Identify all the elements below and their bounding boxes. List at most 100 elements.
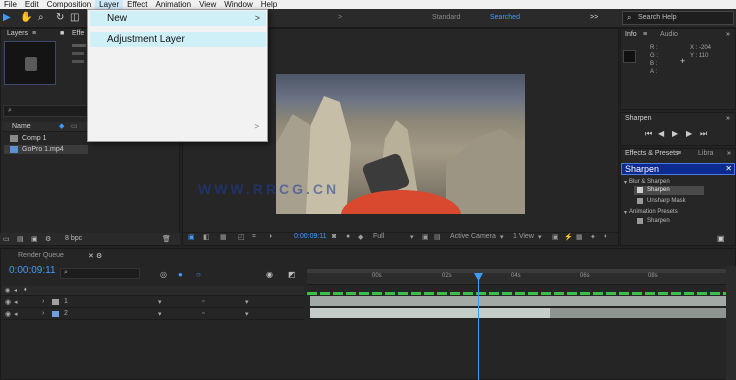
chevron-down-icon[interactable]: ▾ [245,310,249,318]
workspace-standard[interactable]: Standard [432,14,460,21]
audio-column-icon[interactable]: ◂ [14,287,17,294]
expand-arrow-icon[interactable]: › [42,310,44,317]
menu-animation[interactable]: Animation [151,0,195,9]
layer-bar[interactable] [310,308,550,318]
toggle-pixel-icon[interactable]: ▣ [552,233,559,241]
transparency-grid-icon[interactable]: ▦ [220,233,227,241]
menu-composition[interactable]: Composition [43,0,95,9]
menu-help[interactable]: Help [257,0,281,9]
visibility-icon[interactable]: ◉ [5,310,11,318]
tab-effect-controls[interactable]: Effe [72,30,84,37]
current-time-indicator[interactable] [478,274,479,380]
new-bin-icon[interactable]: ▣ [717,234,725,243]
video-column-icon[interactable]: ◉ [5,287,10,294]
camera-snapshot-icon[interactable]: ◙ [332,233,336,240]
panel-menu-icon[interactable]: ≡ [643,31,647,38]
show-snapshot-icon[interactable]: ● [346,233,350,240]
graph-editor-icon[interactable]: ◉ [266,270,273,279]
timeline-search-input[interactable]: ⌕ [60,268,140,279]
hand-tool-icon[interactable]: ✋ [20,12,32,23]
panel-menu-icon[interactable]: ≡ [32,30,36,37]
motion-blur-icon[interactable]: ○ [196,270,201,279]
play-icon[interactable]: ▶ [672,129,678,138]
resolution-dropdown[interactable]: Full [373,233,384,240]
camera-tool-icon[interactable]: ◫ [70,12,79,23]
type-column-icon[interactable]: ▭ [71,122,78,130]
chevron-down-icon[interactable]: ▾ [624,179,627,186]
close-icon[interactable]: ✕ [88,252,94,260]
list-item[interactable]: GoPro 1.mp4 [4,145,88,154]
menu-window[interactable]: Window [220,0,256,9]
layer-bar[interactable] [310,296,726,306]
chevron-down-icon[interactable]: ▾ [158,310,162,318]
label-color[interactable] [52,299,59,305]
table-row[interactable]: ◉ ◂ › 1 ▾ ▫ ▾ [2,296,304,308]
switch-icon[interactable]: ▫ [202,310,204,317]
interpret-footage-icon[interactable]: ▭ [3,235,10,243]
expand-icon[interactable]: » [726,115,730,122]
menu-view[interactable]: View [195,0,220,9]
workspace-searched[interactable]: Searched [490,14,520,21]
tab-libraries[interactable]: Libra [698,150,714,157]
tab-info[interactable]: Info [625,31,637,38]
list-item[interactable]: Comp 1 [4,134,88,143]
mask-visibility-icon[interactable]: ◰ [238,233,245,241]
effect-controls-checkbox[interactable]: ■ [60,30,64,37]
menu-edit[interactable]: Edit [21,0,43,9]
layer-bar-trimmed[interactable] [550,308,726,318]
region-of-interest-icon[interactable]: ▣ [422,233,429,241]
last-frame-icon[interactable]: ⏭ [700,129,707,139]
effects-search-input[interactable]: Sharpen ✕ [621,163,735,175]
menu-effect[interactable]: Effect [123,0,151,9]
effect-item[interactable]: Unsharp Mask [634,197,714,206]
tab-project[interactable]: Layers [7,30,28,37]
project-settings-icon[interactable]: ⚙ [45,235,51,243]
tab-audio[interactable]: Audio [660,31,678,38]
next-frame-icon[interactable]: ▶ [686,129,692,138]
expand-arrow-icon[interactable]: › [42,298,44,305]
workspace-overflow[interactable]: >> [590,14,598,21]
effect-item-selected[interactable]: Sharpen [634,186,704,195]
menu-file[interactable]: File [0,0,21,9]
tab-effects-presets[interactable]: Effects & Presets [625,150,679,157]
search-help-field[interactable]: ⌕ Search Help [622,11,734,25]
clear-search-icon[interactable]: ✕ [725,164,732,174]
workspace-more[interactable]: > [338,14,342,21]
settings-icon[interactable]: ⚙ [96,252,102,260]
effect-item[interactable]: Sharpen [634,217,714,226]
chevron-down-icon[interactable]: ▾ [624,209,627,216]
label-color[interactable] [52,311,59,317]
exposure-icon[interactable]: ◐ [604,233,608,240]
lock-column-icon[interactable]: ⬧ [24,287,27,294]
transparency-icon[interactable]: ▤ [434,233,441,241]
snapshot-icon[interactable]: ◑ [268,233,272,240]
trash-icon[interactable]: 🗑 [162,235,171,243]
guides-icon[interactable]: ⌗ [252,233,256,241]
chevron-down-icon[interactable]: ▾ [158,298,162,306]
magnification-icon[interactable]: ◧ [203,233,210,241]
current-time-display[interactable]: 0:00:09:11 [294,233,327,240]
menu-item-new[interactable]: New > [90,11,266,26]
previous-frame-icon[interactable]: ◀ [658,129,664,138]
timeline-icon[interactable]: ▦ [576,233,583,241]
panel-menu-icon[interactable]: ≡ [677,150,681,157]
fast-preview-icon[interactable]: ⚡ [564,233,573,241]
new-folder-icon[interactable]: ▤ [17,235,24,243]
visibility-icon[interactable]: ◉ [5,298,11,306]
new-comp-icon[interactable]: ▣ [31,235,38,243]
camera-dropdown[interactable]: Active Camera [450,233,496,240]
timeline-scrollbar[interactable] [726,266,736,380]
name-column-header[interactable]: Name [12,123,31,130]
expand-icon[interactable]: » [726,31,730,38]
zoom-tool-icon[interactable]: ⌕ [38,12,44,23]
draft-3d-icon[interactable]: ● [178,270,183,279]
rotate-tool-icon[interactable]: ↻ [56,12,64,23]
expand-icon[interactable]: » [727,150,731,157]
views-dropdown[interactable]: 1 View [513,233,534,240]
selection-tool-icon[interactable]: ▶ [3,12,11,23]
tab-render-queue[interactable]: Render Queue [18,252,64,259]
chevron-down-icon[interactable]: ▾ [245,298,249,306]
label-column-icon[interactable]: ◆ [59,122,64,130]
comp-mini-flowchart-icon[interactable]: ◎ [160,270,167,279]
first-frame-icon[interactable]: ⏮ [645,129,652,139]
